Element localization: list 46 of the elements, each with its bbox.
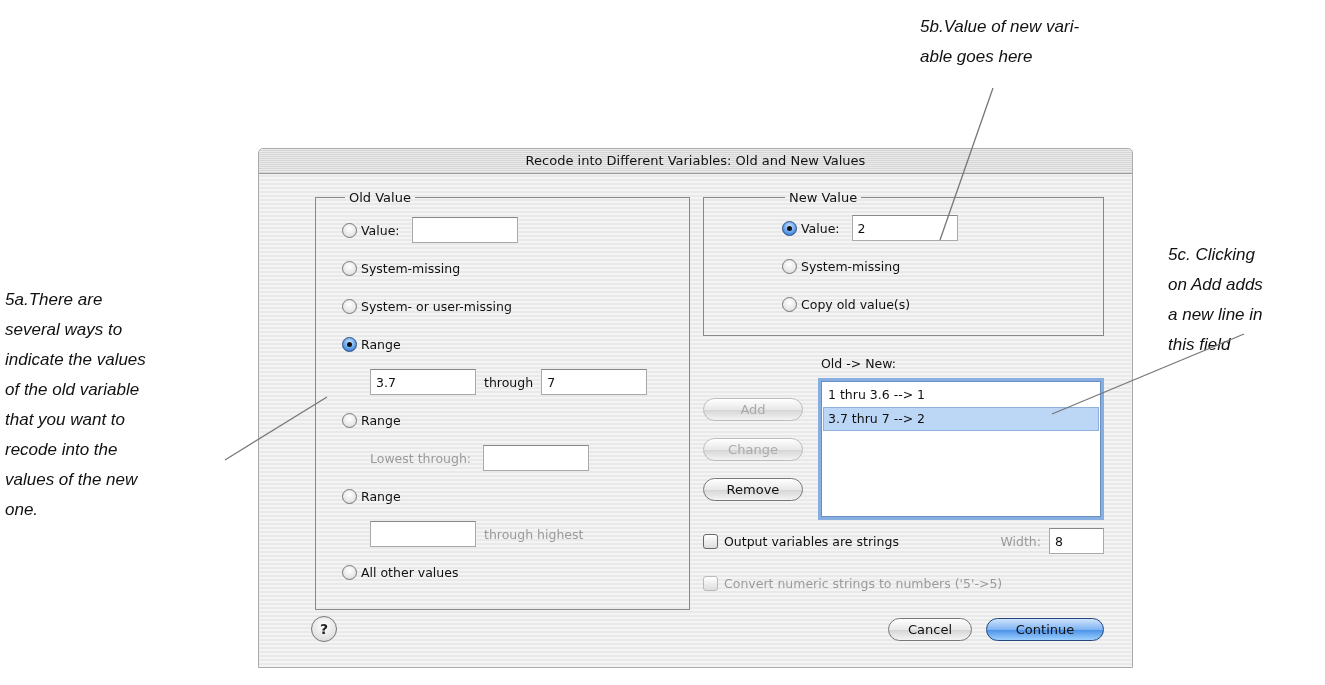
option-label[interactable]: Copy old value(s) — [801, 296, 911, 312]
radio-button[interactable] — [782, 220, 797, 236]
annotation-text: 5b.Value of new vari- able goes here — [920, 16, 1080, 68]
radio-button[interactable] — [342, 336, 357, 352]
field-label: Lowest through: — [370, 450, 472, 466]
action-button[interactable]: Remove — [703, 478, 803, 501]
checkbox[interactable] — [703, 533, 718, 549]
option-label[interactable]: Value: — [801, 220, 840, 236]
field-label: through highest — [484, 526, 584, 542]
input-field[interactable] — [370, 521, 476, 547]
dialog-button[interactable]: Cancel — [888, 617, 972, 641]
group-label: Old Value — [348, 190, 412, 205]
radio-button[interactable] — [782, 296, 797, 312]
window-title: Recode into Different Variables: Old and New Values — [259, 149, 1132, 174]
option-label[interactable]: System-missing — [801, 258, 901, 274]
annotation-text: 5a.There are several ways to indicate the values of the old variable that you want to recode into the values of the new one. — [5, 289, 146, 521]
option-label[interactable]: Range — [361, 412, 401, 428]
radio-button[interactable] — [342, 260, 357, 276]
option-label[interactable]: All other values — [361, 564, 459, 580]
option-label[interactable]: Range — [361, 488, 401, 504]
radio-button[interactable] — [342, 412, 357, 428]
field-label: Width: — [1000, 533, 1041, 549]
input-field[interactable]: 2 — [851, 215, 958, 241]
radio-button[interactable] — [342, 488, 357, 504]
option-label[interactable]: Range — [361, 336, 401, 352]
radio-button[interactable] — [342, 298, 357, 314]
help-button[interactable]: ? — [311, 616, 337, 642]
list-label: Old -> New: — [820, 356, 897, 373]
checkbox-label[interactable]: Output variables are strings — [724, 533, 899, 549]
input-field[interactable]: 7 — [541, 369, 648, 395]
field-label: through — [484, 374, 534, 390]
list-item[interactable]: 1 thru 3.6 --> 1 — [823, 383, 1099, 407]
annotation-text: 5c. Clicking on Add adds a new line in this field — [1168, 244, 1263, 356]
radio-button[interactable] — [782, 258, 797, 274]
radio-button[interactable] — [342, 564, 357, 580]
list-item[interactable]: 3.7 thru 7 --> 2 — [823, 407, 1099, 431]
dialog-button[interactable]: Continue — [986, 617, 1104, 641]
option-label[interactable]: System- or user-missing — [361, 298, 512, 314]
input-field[interactable] — [411, 217, 518, 243]
input-field[interactable] — [483, 445, 590, 471]
mapping-list[interactable]: 1 thru 3.6 --> 1 3.7 thru 7 --> 2 — [818, 378, 1104, 520]
option-label[interactable]: System-missing — [361, 260, 461, 276]
group-label: New Value — [788, 190, 859, 205]
radio-button[interactable] — [342, 222, 357, 238]
input-field[interactable]: 3.7 — [370, 369, 476, 395]
option-label[interactable]: Value: — [361, 222, 400, 238]
